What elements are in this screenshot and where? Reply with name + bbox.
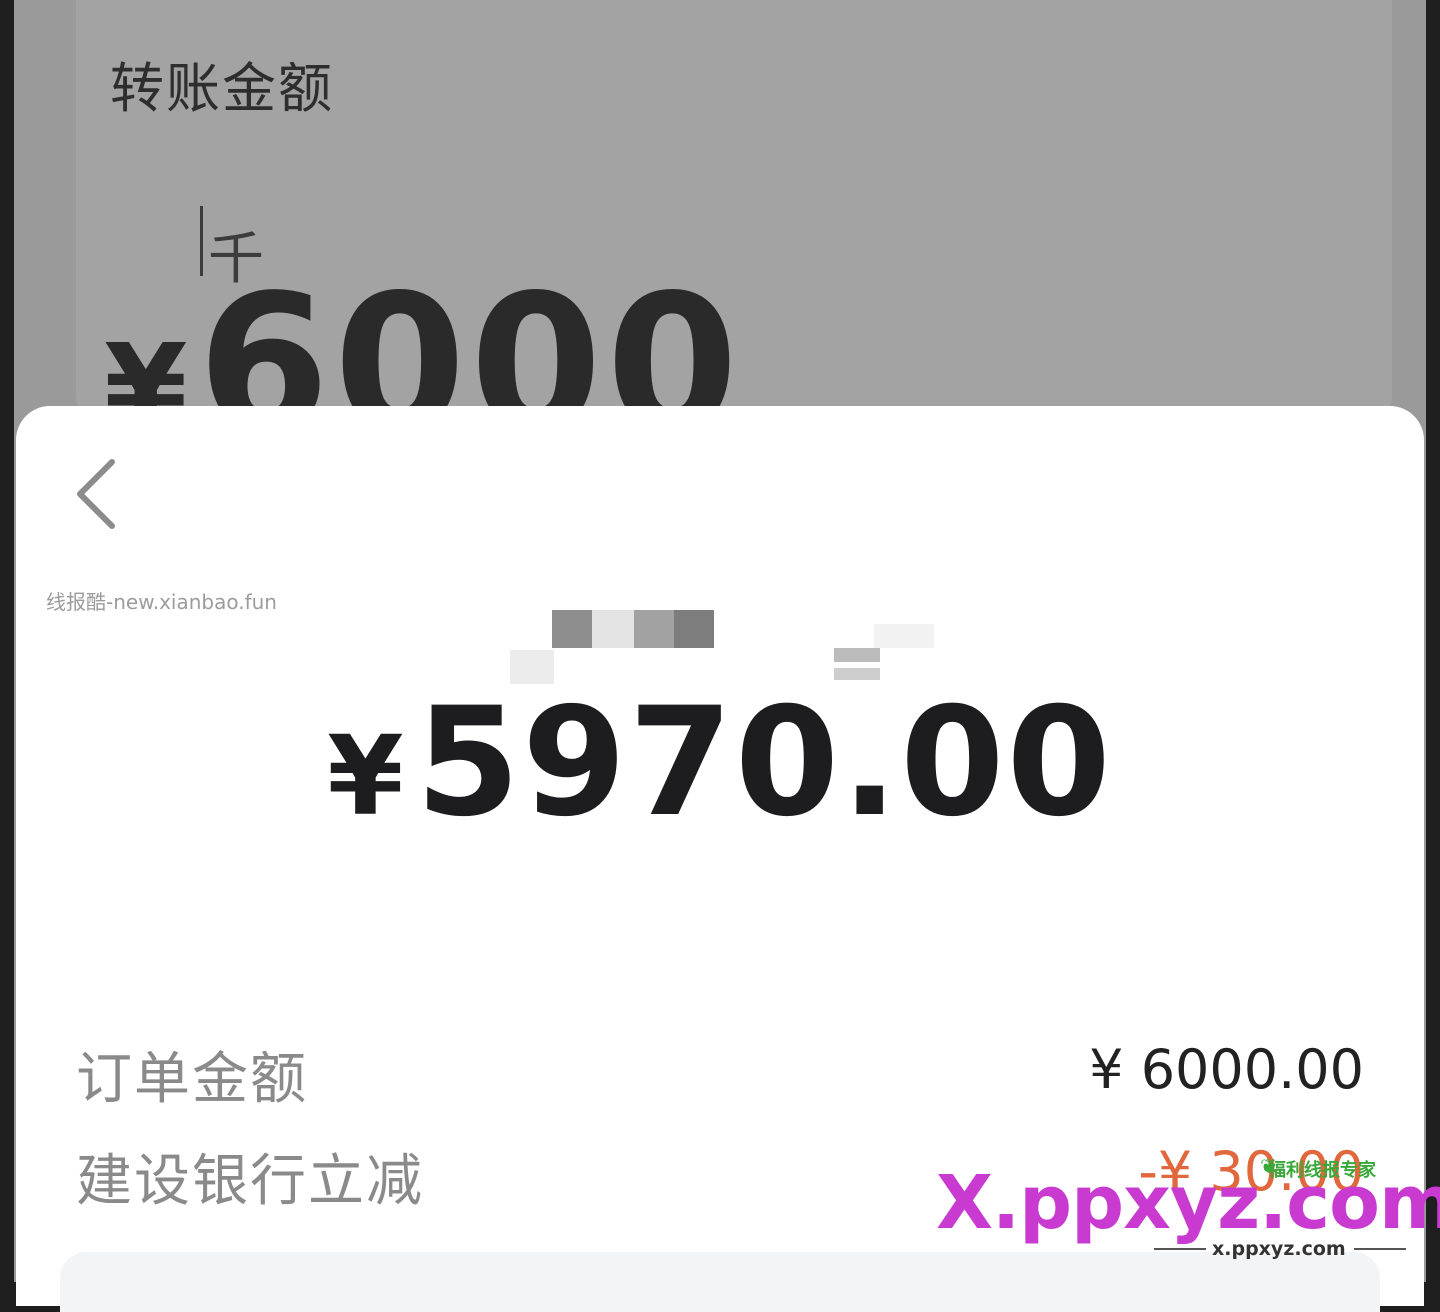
payment-amount-value: 5970.00 — [415, 676, 1113, 850]
order-amount-label: 订单金额 — [76, 1047, 308, 1112]
chevron-left-icon — [77, 459, 115, 529]
payment-amount: ¥5970.00 — [16, 688, 1424, 838]
watermark-divider-right — [1354, 1248, 1406, 1250]
transfer-amount-title: 转账金额 — [110, 57, 334, 120]
order-amount-value: ¥ 6000.00 — [1089, 1038, 1364, 1101]
back-button[interactable] — [72, 454, 132, 534]
order-amount-row: 订单金额 ¥ 6000.00 — [76, 1034, 1364, 1114]
currency-symbol: ¥ — [327, 712, 406, 840]
watermark-divider-left — [1154, 1248, 1206, 1250]
brand-watermark: ❦ 福利线报专家 X.ppxyz.com x.ppxyz.com — [936, 1150, 1440, 1270]
site-watermark: 线报酷-new.xianbao.fun — [46, 590, 277, 614]
watermark-url: x.ppxyz.com — [1212, 1238, 1346, 1260]
watermark-brand: X.ppxyz.com — [936, 1160, 1440, 1246]
bank-discount-label: 建设银行立减 — [76, 1149, 424, 1214]
